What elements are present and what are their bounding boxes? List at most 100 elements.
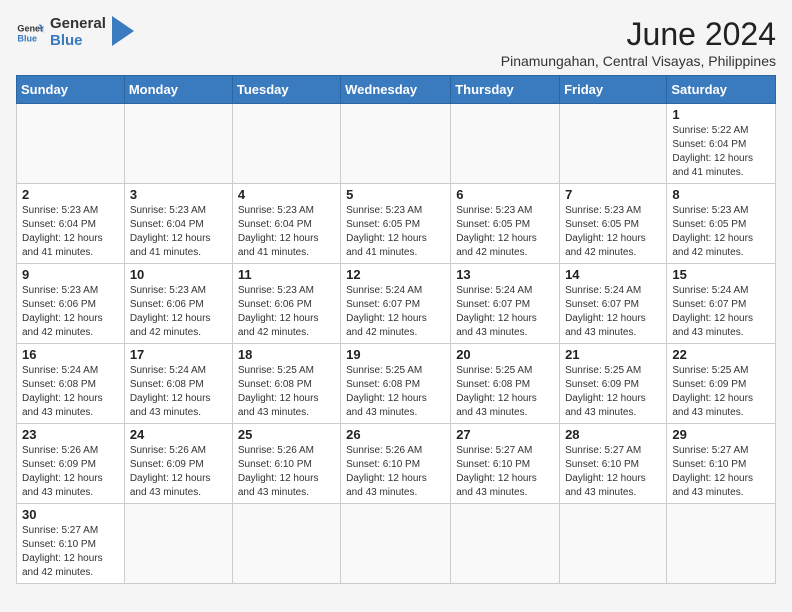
- day-number: 6: [456, 187, 554, 202]
- day-info: Sunrise: 5:24 AM Sunset: 6:07 PM Dayligh…: [346, 284, 445, 340]
- calendar-cell: 25Sunrise: 5:26 AM Sunset: 6:10 PM Dayli…: [232, 424, 340, 504]
- calendar-cell: 14 Sunrise: 5:24 AM Sunset: 6:07 PM Dayli…: [560, 264, 667, 344]
- day-number: 15: [672, 267, 770, 282]
- col-header-tuesday: Tuesday: [232, 76, 340, 104]
- calendar-cell: [341, 104, 451, 184]
- calendar-cell: [17, 104, 125, 184]
- calendar-cell: [232, 104, 340, 184]
- col-header-monday: Monday: [124, 76, 232, 104]
- calendar-cell: 27 Sunrise: 5:27 AM Sunset: 6:10 PM Dayli…: [451, 424, 560, 504]
- calendar-cell: [560, 104, 667, 184]
- month-year-title: June 2024: [501, 16, 776, 53]
- day-number: 25: [238, 427, 335, 442]
- day-number: 20: [456, 347, 554, 362]
- day-number: 11: [238, 267, 335, 282]
- header: General Blue General Blue June 2024 Pina…: [16, 16, 776, 69]
- day-info: Sunrise: 5:22 AM Sunset: 6:04 PM Dayligh…: [672, 124, 770, 180]
- calendar-cell: 8 Sunrise: 5:23 AM Sunset: 6:05 PM Daylig…: [667, 184, 776, 264]
- calendar-cell: 6Sunrise: 5:23 AM Sunset: 6:05 PM Daylig…: [451, 184, 560, 264]
- logo-blue: Blue: [50, 33, 106, 50]
- day-number: 30: [22, 507, 119, 522]
- day-number: 26: [346, 427, 445, 442]
- day-info: Sunrise: 5:25 AM Sunset: 6:09 PM Dayligh…: [672, 364, 770, 420]
- day-info: Sunrise: 5:23 AM Sunset: 6:05 PM Dayligh…: [672, 204, 770, 260]
- calendar-cell: 18Sunrise: 5:25 AM Sunset: 6:08 PM Dayli…: [232, 344, 340, 424]
- day-info: Sunrise: 5:26 AM Sunset: 6:09 PM Dayligh…: [130, 444, 227, 500]
- day-info: Sunrise: 5:23 AM Sunset: 6:06 PM Dayligh…: [130, 284, 227, 340]
- col-header-friday: Friday: [560, 76, 667, 104]
- calendar-cell: 15 Sunrise: 5:24 AM Sunset: 6:07 PM Dayli…: [667, 264, 776, 344]
- location-subtitle: Pinamungahan, Central Visayas, Philippin…: [501, 53, 776, 69]
- day-number: 17: [130, 347, 227, 362]
- calendar-cell: 4Sunrise: 5:23 AM Sunset: 6:04 PM Daylig…: [232, 184, 340, 264]
- day-number: 22: [672, 347, 770, 362]
- col-header-wednesday: Wednesday: [341, 76, 451, 104]
- day-number: 10: [130, 267, 227, 282]
- calendar-cell: 26Sunrise: 5:26 AM Sunset: 6:10 PM Dayli…: [341, 424, 451, 504]
- day-number: 18: [238, 347, 335, 362]
- calendar-cell: 23 Sunrise: 5:26 AM Sunset: 6:09 PM Dayli…: [17, 424, 125, 504]
- calendar-cell: [124, 104, 232, 184]
- day-info: Sunrise: 5:27 AM Sunset: 6:10 PM Dayligh…: [456, 444, 554, 500]
- svg-text:Blue: Blue: [17, 33, 37, 43]
- day-info: Sunrise: 5:26 AM Sunset: 6:09 PM Dayligh…: [22, 444, 119, 500]
- day-info: Sunrise: 5:25 AM Sunset: 6:08 PM Dayligh…: [346, 364, 445, 420]
- calendar-week-row: 9Sunrise: 5:23 AM Sunset: 6:06 PM Daylig…: [17, 264, 776, 344]
- day-number: 14: [565, 267, 661, 282]
- calendar-table: SundayMondayTuesdayWednesdayThursdayFrid…: [16, 75, 776, 584]
- col-header-sunday: Sunday: [17, 76, 125, 104]
- calendar-cell: 30Sunrise: 5:27 AM Sunset: 6:10 PM Dayli…: [17, 504, 125, 584]
- calendar-cell: [560, 504, 667, 584]
- calendar-week-row: 30Sunrise: 5:27 AM Sunset: 6:10 PM Dayli…: [17, 504, 776, 584]
- day-info: Sunrise: 5:23 AM Sunset: 6:06 PM Dayligh…: [238, 284, 335, 340]
- calendar-week-row: 2 Sunrise: 5:23 AM Sunset: 6:04 PM Daylig…: [17, 184, 776, 264]
- logo-general: General: [50, 16, 106, 33]
- calendar-cell: 17 Sunrise: 5:24 AM Sunset: 6:08 PM Dayli…: [124, 344, 232, 424]
- day-number: 23: [22, 427, 119, 442]
- calendar-cell: 22 Sunrise: 5:25 AM Sunset: 6:09 PM Dayli…: [667, 344, 776, 424]
- day-number: 16: [22, 347, 119, 362]
- day-info: Sunrise: 5:23 AM Sunset: 6:04 PM Dayligh…: [238, 204, 335, 260]
- calendar-cell: 9Sunrise: 5:23 AM Sunset: 6:06 PM Daylig…: [17, 264, 125, 344]
- day-number: 1: [672, 107, 770, 122]
- day-number: 8: [672, 187, 770, 202]
- calendar-cell: 7 Sunrise: 5:23 AM Sunset: 6:05 PM Daylig…: [560, 184, 667, 264]
- calendar-cell: 24 Sunrise: 5:26 AM Sunset: 6:09 PM Dayli…: [124, 424, 232, 504]
- calendar-cell: 1 Sunrise: 5:22 AM Sunset: 6:04 PM Daylig…: [667, 104, 776, 184]
- day-info: Sunrise: 5:23 AM Sunset: 6:05 PM Dayligh…: [346, 204, 445, 260]
- calendar-cell: 20 Sunrise: 5:25 AM Sunset: 6:08 PM Dayli…: [451, 344, 560, 424]
- calendar-week-row: 23 Sunrise: 5:26 AM Sunset: 6:09 PM Dayli…: [17, 424, 776, 504]
- day-number: 27: [456, 427, 554, 442]
- day-info: Sunrise: 5:23 AM Sunset: 6:04 PM Dayligh…: [22, 204, 119, 260]
- day-info: Sunrise: 5:25 AM Sunset: 6:08 PM Dayligh…: [456, 364, 554, 420]
- day-info: Sunrise: 5:24 AM Sunset: 6:07 PM Dayligh…: [565, 284, 661, 340]
- calendar-header-row: SundayMondayTuesdayWednesdayThursdayFrid…: [17, 76, 776, 104]
- calendar-cell: [451, 104, 560, 184]
- day-number: 7: [565, 187, 661, 202]
- calendar-cell: 13 Sunrise: 5:24 AM Sunset: 6:07 PM Dayli…: [451, 264, 560, 344]
- calendar-cell: 2 Sunrise: 5:23 AM Sunset: 6:04 PM Daylig…: [17, 184, 125, 264]
- day-info: Sunrise: 5:27 AM Sunset: 6:10 PM Dayligh…: [565, 444, 661, 500]
- day-info: Sunrise: 5:23 AM Sunset: 6:04 PM Dayligh…: [130, 204, 227, 260]
- calendar-cell: 3 Sunrise: 5:23 AM Sunset: 6:04 PM Daylig…: [124, 184, 232, 264]
- day-info: Sunrise: 5:24 AM Sunset: 6:07 PM Dayligh…: [456, 284, 554, 340]
- day-number: 19: [346, 347, 445, 362]
- calendar-cell: 19 Sunrise: 5:25 AM Sunset: 6:08 PM Dayli…: [341, 344, 451, 424]
- day-number: 21: [565, 347, 661, 362]
- day-number: 28: [565, 427, 661, 442]
- day-info: Sunrise: 5:24 AM Sunset: 6:07 PM Dayligh…: [672, 284, 770, 340]
- day-info: Sunrise: 5:24 AM Sunset: 6:08 PM Dayligh…: [130, 364, 227, 420]
- calendar-week-row: 16 Sunrise: 5:24 AM Sunset: 6:08 PM Dayli…: [17, 344, 776, 424]
- day-info: Sunrise: 5:23 AM Sunset: 6:05 PM Dayligh…: [565, 204, 661, 260]
- calendar-cell: [451, 504, 560, 584]
- calendar-week-row: 1 Sunrise: 5:22 AM Sunset: 6:04 PM Daylig…: [17, 104, 776, 184]
- day-number: 3: [130, 187, 227, 202]
- calendar-cell: 16Sunrise: 5:24 AM Sunset: 6:08 PM Dayli…: [17, 344, 125, 424]
- day-number: 2: [22, 187, 119, 202]
- day-number: 13: [456, 267, 554, 282]
- day-info: Sunrise: 5:25 AM Sunset: 6:09 PM Dayligh…: [565, 364, 661, 420]
- day-number: 24: [130, 427, 227, 442]
- day-info: Sunrise: 5:27 AM Sunset: 6:10 PM Dayligh…: [672, 444, 770, 500]
- calendar-cell: [667, 504, 776, 584]
- calendar-cell: 29Sunrise: 5:27 AM Sunset: 6:10 PM Dayli…: [667, 424, 776, 504]
